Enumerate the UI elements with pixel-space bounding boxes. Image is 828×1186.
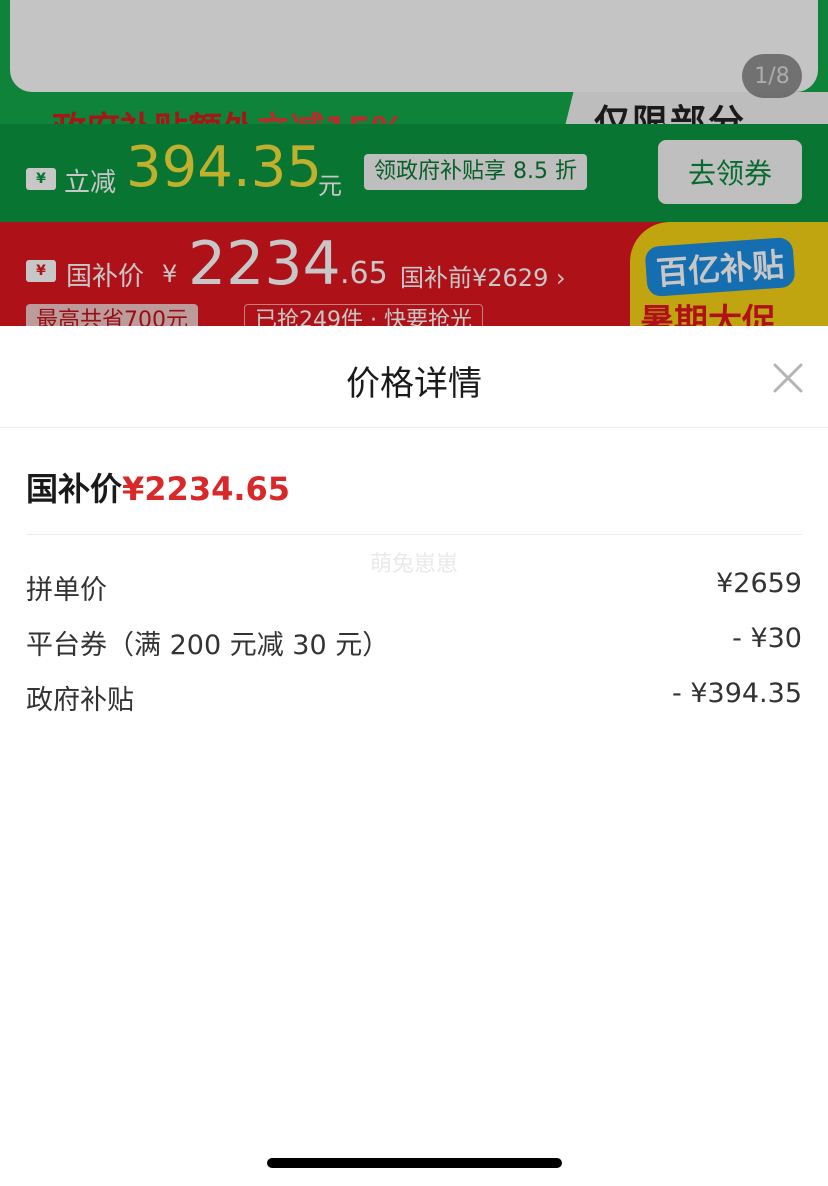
price-row-value: - ¥30 <box>732 623 802 654</box>
final-price-summary: 国补价¥2234.65 <box>26 464 290 510</box>
home-indicator[interactable] <box>267 1158 562 1168</box>
price-row-value: ¥2659 <box>716 568 802 599</box>
close-icon <box>773 363 803 393</box>
price-row-group-buy: 拼单价 ¥2659 <box>26 568 802 608</box>
sheet-title: 价格详情 <box>346 364 482 404</box>
divider <box>26 534 802 535</box>
final-price-value: ¥2234.65 <box>122 470 291 508</box>
price-row-gov-subsidy: 政府补贴 - ¥394.35 <box>26 678 802 718</box>
price-detail-sheet: 价格详情 国补价¥2234.65 萌兔崽崽 拼单价 ¥2659 平台券（满 20… <box>0 326 828 1186</box>
price-row-label: 政府补贴 <box>26 685 134 716</box>
close-button[interactable] <box>770 360 806 396</box>
background-page: 政府补贴额外立减15% 仅限部分 1/8 ¥ 立减 394.35 元 领政府补贴… <box>0 0 828 326</box>
price-row-value: - ¥394.35 <box>672 678 802 709</box>
modal-backdrop[interactable] <box>0 0 828 326</box>
final-price-label: 国补价 <box>26 470 123 508</box>
sheet-header: 价格详情 <box>0 326 828 428</box>
price-row-platform-coupon: 平台券（满 200 元减 30 元） - ¥30 <box>26 623 802 663</box>
price-row-label: 平台券（满 200 元减 30 元） <box>26 630 390 661</box>
price-row-label: 拼单价 <box>26 575 107 606</box>
